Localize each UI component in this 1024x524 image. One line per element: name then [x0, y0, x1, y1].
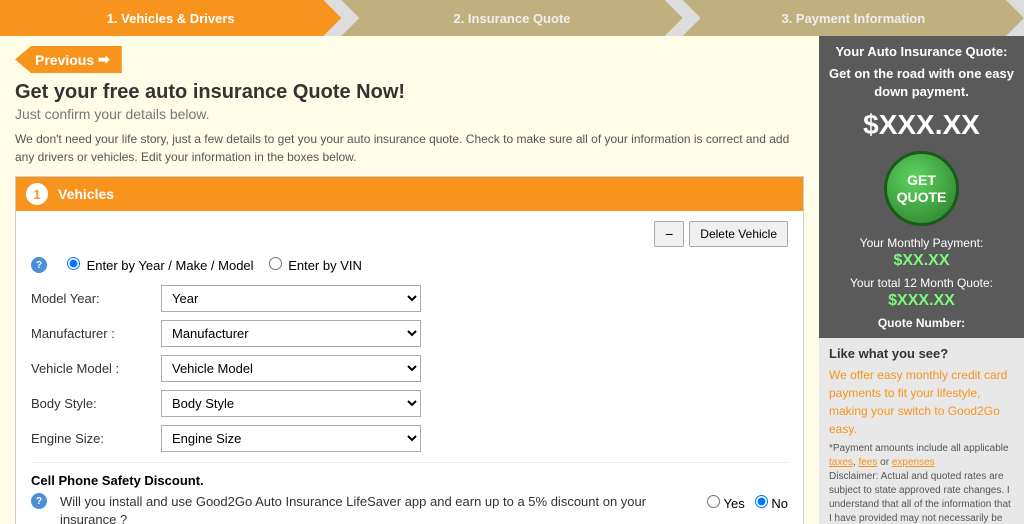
vehicles-section: 1 Vehicles − Delete Vehicle ?: [15, 176, 804, 524]
step3-label: 3. Payment Information: [781, 11, 925, 26]
form-header: Get your free auto insurance Quote Now! …: [15, 81, 804, 166]
model-year-row: Model Year: Year: [31, 285, 788, 312]
section-number: 1: [26, 183, 48, 205]
discount-yes-radio[interactable]: [707, 495, 720, 508]
discount-help-icon[interactable]: ?: [31, 493, 47, 509]
quote-title: Your Auto Insurance Quote:: [829, 44, 1014, 59]
progress-step-3[interactable]: 3. Payment Information: [683, 0, 1024, 36]
minus-icon: −: [665, 226, 673, 242]
monthly-label: Your Monthly Payment:: [829, 236, 1014, 250]
left-panel: Previous ➡ Get your free auto insurance …: [0, 36, 819, 524]
right-panel: Your Auto Insurance Quote: Get on the ro…: [819, 36, 1024, 524]
section-body: − Delete Vehicle ? Enter by Year / Make …: [16, 211, 803, 524]
form-title: Get your free auto insurance Quote Now!: [15, 81, 804, 104]
like-text: We offer easy monthly credit card paymen…: [829, 366, 1014, 438]
radio-vin[interactable]: [269, 257, 282, 270]
discount-section: Cell Phone Safety Discount. ? Will you i…: [31, 462, 788, 524]
step1-label: 1. Vehicles & Drivers: [107, 11, 235, 26]
get-quote-label: GETQUOTE: [897, 172, 947, 206]
discount-yes-label: Yes: [707, 495, 745, 511]
section-title: Vehicles: [58, 186, 114, 202]
manufacturer-label: Manufacturer :: [31, 326, 161, 341]
progress-bar: 1. Vehicles & Drivers 2. Insurance Quote…: [0, 0, 1024, 36]
manufacturer-select[interactable]: Manufacturer: [161, 320, 421, 347]
total-label: Your total 12 Month Quote:: [829, 276, 1014, 290]
vehicle-controls: − Delete Vehicle: [31, 221, 788, 247]
progress-step-1[interactable]: 1. Vehicles & Drivers: [0, 0, 341, 36]
quote-num-label: Quote Number:: [829, 316, 1014, 330]
engine-size-row: Engine Size: Engine Size: [31, 425, 788, 452]
discount-title: Cell Phone Safety Discount.: [31, 473, 788, 488]
body-style-select[interactable]: Body Style: [161, 390, 421, 417]
minus-button[interactable]: −: [654, 221, 684, 247]
manufacturer-row: Manufacturer : Manufacturer: [31, 320, 788, 347]
discount-no-label: No: [755, 495, 788, 511]
vin-label: Enter by VIN: [269, 257, 362, 273]
fees-link[interactable]: fees: [858, 457, 877, 468]
quote-box: Your Auto Insurance Quote: Get on the ro…: [819, 36, 1024, 338]
body-style-label: Body Style:: [31, 396, 161, 411]
vehicle-model-label: Vehicle Model :: [31, 361, 161, 376]
taxes-link[interactable]: taxes: [829, 457, 853, 468]
delete-label: Delete Vehicle: [700, 227, 777, 241]
delete-vehicle-button[interactable]: Delete Vehicle: [689, 221, 788, 247]
like-title: Like what you see?: [829, 346, 1014, 361]
discount-no-radio[interactable]: [755, 495, 768, 508]
prev-btn-area: Previous ➡: [15, 46, 804, 73]
engine-size-label: Engine Size:: [31, 431, 161, 446]
body-style-row: Body Style: Body Style: [31, 390, 788, 417]
get-quote-button[interactable]: GETQUOTE: [884, 151, 959, 226]
discount-question: Will you install and use Good2Go Auto In…: [60, 493, 699, 524]
price-display: $XXX.XX: [829, 109, 1014, 141]
progress-step-2[interactable]: 2. Insurance Quote: [341, 0, 682, 36]
entry-method-row: ? Enter by Year / Make / Model Enter by …: [31, 257, 788, 273]
entry-method-label: Enter by Year / Make / Model: [67, 257, 254, 273]
total-price: $XXX.XX: [829, 292, 1014, 310]
expenses-link[interactable]: expenses: [892, 457, 935, 468]
vehicle-model-select[interactable]: Vehicle Model: [161, 355, 421, 382]
section-header: 1 Vehicles: [16, 177, 803, 211]
like-box: Like what you see? We offer easy monthly…: [819, 338, 1024, 524]
form-description: We don't need your life story, just a fe…: [15, 130, 804, 166]
engine-size-select[interactable]: Engine Size: [161, 425, 421, 452]
previous-label: Previous: [35, 52, 94, 68]
discount-row: ? Will you install and use Good2Go Auto …: [31, 493, 788, 524]
radio-year-make-model[interactable]: [67, 257, 80, 270]
disclaimer-text: *Payment amounts include all applicable …: [829, 442, 1014, 524]
discount-radio-group: Yes No: [707, 493, 788, 511]
model-year-label: Model Year:: [31, 291, 161, 306]
help-icon[interactable]: ?: [31, 257, 47, 273]
main-layout: Previous ➡ Get your free auto insurance …: [0, 36, 1024, 524]
step2-label: 2. Insurance Quote: [453, 11, 570, 26]
vehicle-model-row: Vehicle Model : Vehicle Model: [31, 355, 788, 382]
previous-button[interactable]: Previous ➡: [15, 46, 122, 73]
monthly-price: $XX.XX: [829, 252, 1014, 270]
down-payment-text: Get on the road with one easy down payme…: [829, 65, 1014, 101]
form-subtitle: Just confirm your details below.: [15, 106, 804, 122]
model-year-select[interactable]: Year: [161, 285, 421, 312]
